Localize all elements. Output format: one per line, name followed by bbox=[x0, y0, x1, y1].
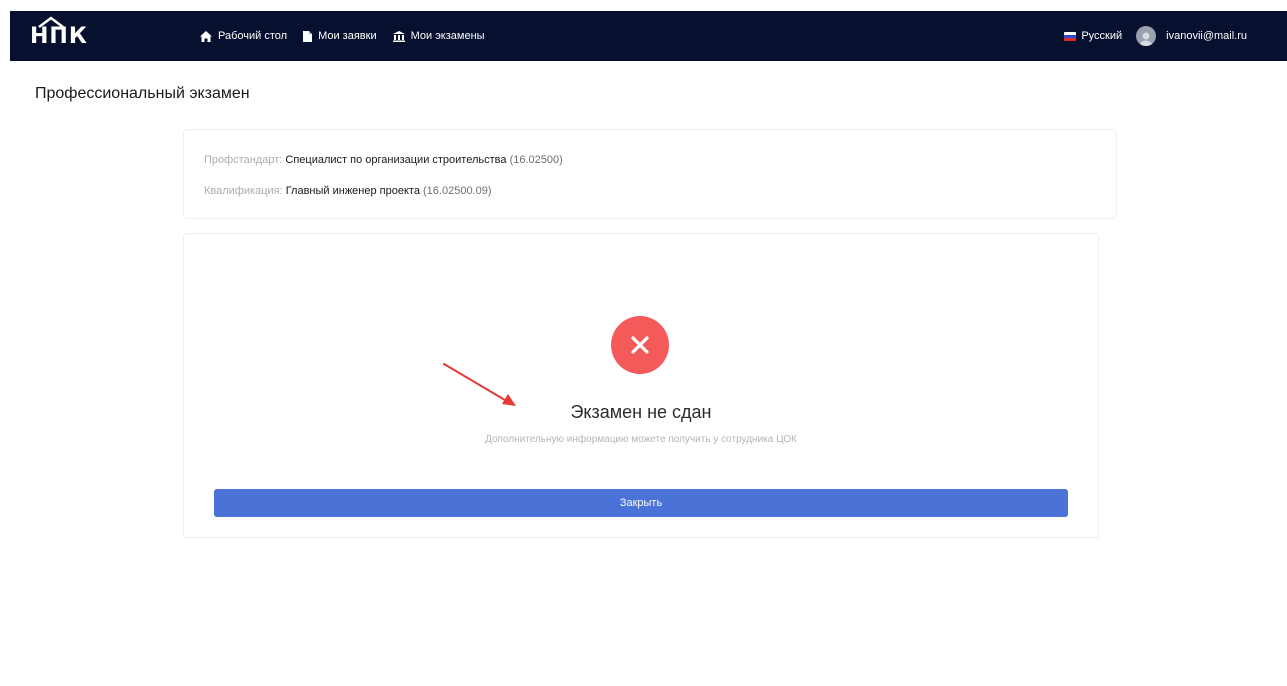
user-icon bbox=[1140, 32, 1153, 46]
main-nav: Рабочий стол Мои заявки Мои экзамены bbox=[200, 11, 485, 61]
nav-item-label: Мои экзамены bbox=[410, 30, 485, 42]
top-navbar: НПК Рабочий стол Мои заявки Мои экзамены… bbox=[10, 11, 1287, 61]
standard-code: (16.02500) bbox=[509, 154, 563, 166]
language-label: Русский bbox=[1081, 30, 1123, 42]
qualification-label: Квалификация: bbox=[204, 185, 283, 197]
user-email: ivanovii@mail.ru bbox=[1166, 30, 1247, 42]
result-title: Экзамен не сдан bbox=[570, 402, 712, 422]
x-icon bbox=[631, 336, 649, 354]
institution-icon bbox=[392, 30, 405, 42]
close-button[interactable]: Закрыть bbox=[214, 489, 1068, 517]
nav-item-label: Мои заявки bbox=[318, 30, 377, 42]
home-icon bbox=[200, 30, 212, 42]
exam-result-card: Экзамен не сдан Дополнительную информаци… bbox=[183, 233, 1099, 538]
header-right: Русский ivanovii@mail.ru bbox=[1064, 11, 1247, 61]
annotation-arrow-icon bbox=[443, 363, 516, 406]
qualification-line: Квалификация: Главный инженер проекта (1… bbox=[204, 185, 492, 197]
standard-value: Специалист по организации строительства bbox=[285, 154, 507, 166]
exam-info-card: Профстандарт: Специалист по организации … bbox=[183, 129, 1117, 219]
qualification-code: (16.02500.09) bbox=[423, 185, 492, 197]
document-icon bbox=[303, 30, 313, 42]
nav-item-my-exams[interactable]: Мои экзамены bbox=[392, 30, 485, 42]
failed-status-icon bbox=[611, 316, 669, 374]
logo-text: НПК bbox=[30, 23, 88, 49]
page-title: Профессиональный экзамен bbox=[35, 85, 250, 102]
nav-item-my-applications[interactable]: Мои заявки bbox=[303, 30, 377, 42]
russian-flag-icon bbox=[1064, 31, 1077, 41]
qualification-value: Главный инженер проекта bbox=[285, 185, 420, 197]
user-menu[interactable]: ivanovii@mail.ru bbox=[1136, 26, 1247, 46]
language-selector[interactable]: Русский bbox=[1064, 30, 1122, 42]
nav-item-label: Рабочий стол bbox=[218, 30, 288, 42]
standard-line: Профстандарт: Специалист по организации … bbox=[204, 154, 563, 166]
result-subtitle: Дополнительную информацию можете получит… bbox=[485, 434, 797, 445]
nav-item-dashboard[interactable]: Рабочий стол bbox=[200, 30, 287, 42]
logo[interactable]: НПК bbox=[30, 16, 88, 54]
avatar bbox=[1136, 26, 1157, 46]
standard-label: Профстандарт: bbox=[204, 154, 283, 166]
